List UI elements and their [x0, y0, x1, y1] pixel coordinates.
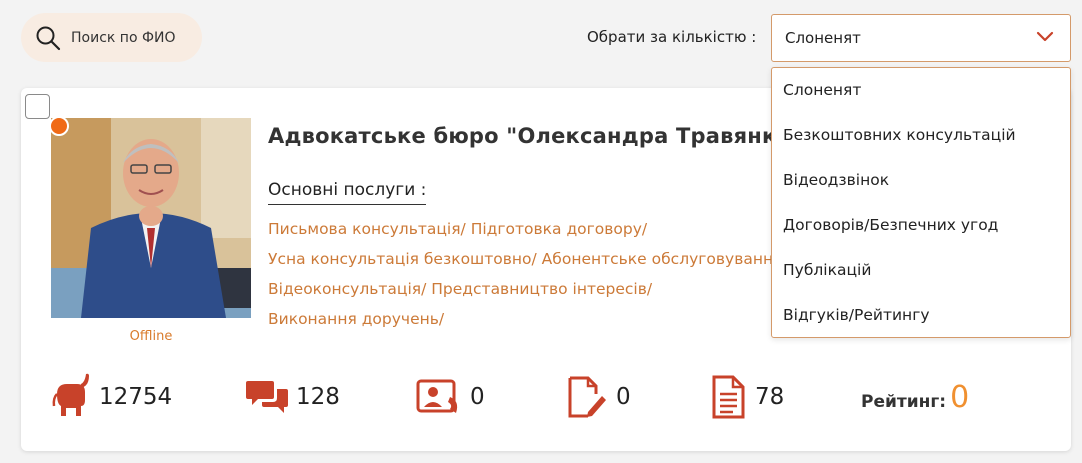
chat-bubbles-icon: [246, 381, 288, 413]
services-row: Виконання доручень/: [268, 304, 788, 334]
stats-bar: 12754 128 0 0 78 Рейтинг: 0: [21, 372, 1071, 422]
service-link[interactable]: Підготовка договору/: [471, 220, 647, 238]
stat-contracts: 0: [566, 372, 631, 422]
elephant-icon: [52, 373, 89, 416]
sort-select[interactable]: Слоненят: [771, 14, 1071, 62]
sort-selected-value: Слоненят: [785, 29, 861, 47]
video-call-icon: [416, 379, 458, 413]
status-text: Offline: [129, 329, 173, 344]
stat-consultations: 128: [246, 372, 340, 422]
stat-video-calls: 0: [416, 372, 485, 422]
document-icon: [712, 375, 745, 419]
services-row: Усна консультація безкоштовно/ Абонентсь…: [268, 244, 788, 274]
chevron-down-icon: [1036, 31, 1054, 42]
document-edit-icon: [568, 376, 606, 418]
search-box[interactable]: [21, 13, 202, 62]
dropdown-option[interactable]: Безкоштовних консультацій: [772, 113, 1070, 158]
rating: Рейтинг: 0: [861, 380, 969, 415]
service-link[interactable]: Відеоконсультація/: [268, 280, 426, 298]
dropdown-option[interactable]: Відеодзвінок: [772, 158, 1070, 203]
service-link[interactable]: Абонентське обслуговування/: [542, 250, 788, 268]
search-input[interactable]: [71, 29, 191, 46]
service-link[interactable]: Письмова консультація/: [268, 220, 466, 238]
dropdown-option[interactable]: Договорів/Безпечних угод: [772, 203, 1070, 248]
service-link[interactable]: Представництво інтересів/: [431, 280, 652, 298]
sort-label: Обрати за кількістю :: [587, 28, 757, 46]
rating-label: Рейтинг:: [861, 392, 947, 412]
search-icon: [36, 26, 61, 50]
stat-publications-value: 78: [755, 384, 785, 410]
services-row: Письмова консультація/ Підготовка догово…: [268, 214, 788, 244]
status-dot: [49, 116, 69, 136]
services-heading: Основні послуги :: [268, 180, 427, 205]
stat-elephants: 12754: [51, 372, 172, 422]
stat-publications: 78: [711, 372, 784, 422]
stat-consultations-value: 128: [296, 384, 340, 410]
dropdown-option[interactable]: Відгуків/Рейтингу: [772, 293, 1070, 338]
stat-video-calls-value: 0: [470, 384, 485, 410]
stat-elephants-value: 12754: [99, 384, 173, 410]
stat-contracts-value: 0: [616, 384, 631, 410]
services-row: Відеоконсультація/ Представництво інтере…: [268, 274, 788, 304]
dropdown-option[interactable]: Слоненят: [772, 68, 1070, 113]
service-link[interactable]: Виконання доручень/: [268, 310, 444, 328]
dropdown-option[interactable]: Публікацій: [772, 248, 1070, 293]
sort-dropdown-menu: Слоненят Безкоштовних консультацій Відео…: [771, 67, 1071, 338]
service-link[interactable]: Усна консультація безкоштовно/: [268, 250, 537, 268]
rating-value: 0: [950, 380, 970, 415]
select-checkbox[interactable]: [25, 94, 50, 119]
services-list: Письмова консультація/ Підготовка догово…: [268, 214, 788, 334]
page-title[interactable]: Адвокатське бюро "Олександра Травянко": [268, 124, 802, 148]
avatar[interactable]: [51, 118, 251, 318]
